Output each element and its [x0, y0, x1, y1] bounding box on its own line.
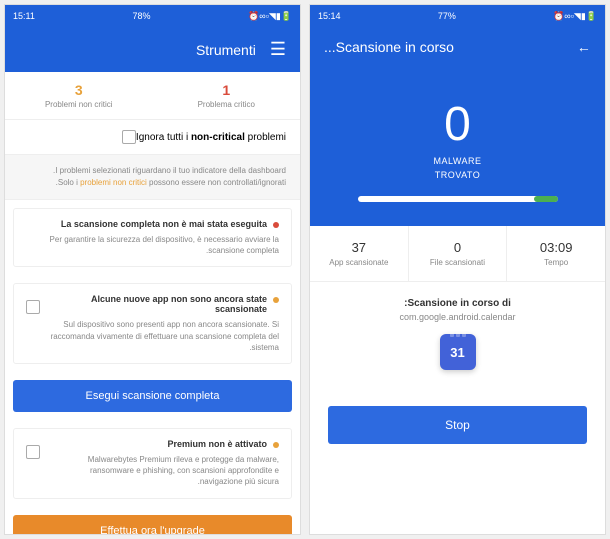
noncritical-number: 3 — [9, 82, 149, 98]
progress-fill — [534, 196, 558, 202]
malware-count: 0 — [444, 97, 471, 152]
card2-checkbox[interactable] — [26, 300, 40, 314]
stat-files-value: 0 — [413, 240, 503, 255]
stop-button[interactable]: Stop — [328, 406, 587, 444]
status-left-icons: 🔋▮◥▫∞⏰ — [553, 11, 597, 22]
card3-checkbox[interactable] — [26, 445, 40, 459]
issue-card-2: Alcune nuove app non sono ancora state s… — [13, 283, 292, 364]
scan-header: → Scansione in corso... — [310, 27, 605, 67]
stat-time-label: Tempo — [511, 258, 601, 267]
scan-info-box: Scansione in corso di: com.google.androi… — [310, 282, 605, 398]
stat-apps-value: 37 — [314, 240, 404, 255]
scan-progress-area: 0 MALWARE TROVATO — [310, 67, 605, 226]
issue-card-1: La scansione completa non è mai stata es… — [13, 208, 292, 267]
status-time: 15:14 — [318, 11, 341, 21]
ignore-all-row: Ignora tutti i non-critical problemi — [5, 120, 300, 155]
critical-label: Problema critico — [157, 100, 297, 109]
scan-title: Scansione in corso... — [324, 39, 454, 55]
critical-dot-icon — [273, 222, 279, 228]
status-time: 15:11 — [13, 11, 35, 21]
scan-info-package: com.google.android.calendar — [320, 312, 595, 322]
card1-title: La scansione completa non è mai stata es… — [26, 219, 267, 229]
issue-counts-row: 1 Problema critico 3 Problemi non critic… — [5, 72, 300, 120]
critical-number: 1 — [157, 82, 297, 98]
noncritical-count[interactable]: 3 Problemi non critici — [5, 72, 153, 119]
noncritical-dot-icon — [273, 297, 279, 303]
status-bar: 🔋▮◥▫∞⏰ 78% 15:11 — [5, 5, 300, 27]
critical-count[interactable]: 1 Problema critico — [153, 72, 301, 119]
status-left-icons: 🔋▮◥▫∞⏰ — [248, 11, 292, 22]
right-content: 1 Problema critico 3 Problemi non critic… — [5, 72, 300, 534]
status-battery: 78% — [132, 11, 150, 21]
note-line-1: I problemi selezionati riguardano il tuo… — [19, 165, 286, 177]
card3-title: Premium non è attivato — [48, 439, 267, 449]
stats-row: 03:09 Tempo 0 File scansionati 37 App sc… — [310, 226, 605, 282]
status-bar: 🔋▮◥▫∞⏰ 77% 15:14 — [310, 5, 605, 27]
noncritical-label: Problemi non critici — [9, 100, 149, 109]
upgrade-button[interactable]: Effettua ora l'upgrade — [13, 515, 292, 535]
ignore-all-checkbox[interactable] — [122, 130, 136, 144]
noncritical-dot-icon — [273, 442, 279, 448]
stat-apps: 37 App scansionate — [310, 226, 408, 281]
card3-body: Malwarebytes Premium rileva e protegge d… — [48, 454, 279, 488]
malware-label-1: MALWARE — [434, 156, 482, 166]
info-note: I problemi selezionati riguardano il tuo… — [5, 155, 300, 200]
left-phone-screen: 🔋▮◥▫∞⏰ 77% 15:14 → Scansione in corso...… — [309, 4, 606, 535]
ignore-text: Ignora tutti i non-critical problemi — [136, 132, 286, 143]
stat-files: 0 File scansionati — [408, 226, 507, 281]
card2-title: Alcune nuove app non sono ancora state s… — [48, 294, 267, 314]
card1-body: Per garantire la sicurezza del dispositi… — [26, 234, 279, 256]
status-battery: 77% — [438, 11, 456, 21]
scan-info-title: Scansione in corso di: — [320, 298, 595, 309]
malware-label-2: TROVATO — [435, 170, 481, 180]
stat-time-value: 03:09 — [511, 240, 601, 255]
right-phone-screen: 🔋▮◥▫∞⏰ 78% 15:11 ☰ Strumenti 1 Problema … — [4, 4, 301, 535]
progress-bar — [358, 196, 558, 202]
calendar-app-icon: 31 — [440, 334, 476, 370]
card2-body: Sul dispositivo sono presenti app non an… — [48, 319, 279, 353]
tools-title: Strumenti — [196, 42, 256, 58]
note-line-2: Solo i problemi non critici possono esse… — [19, 177, 286, 189]
back-arrow-icon[interactable]: → — [577, 39, 591, 55]
stat-apps-label: App scansionate — [314, 258, 404, 267]
menu-icon[interactable]: ☰ — [270, 39, 286, 60]
stat-time: 03:09 Tempo — [506, 226, 605, 281]
full-scan-button[interactable]: Esegui scansione completa — [13, 380, 292, 412]
stat-files-label: File scansionati — [413, 258, 503, 267]
tools-header: ☰ Strumenti — [5, 27, 300, 72]
issue-card-3: Premium non è attivato Malwarebytes Prem… — [13, 428, 292, 499]
